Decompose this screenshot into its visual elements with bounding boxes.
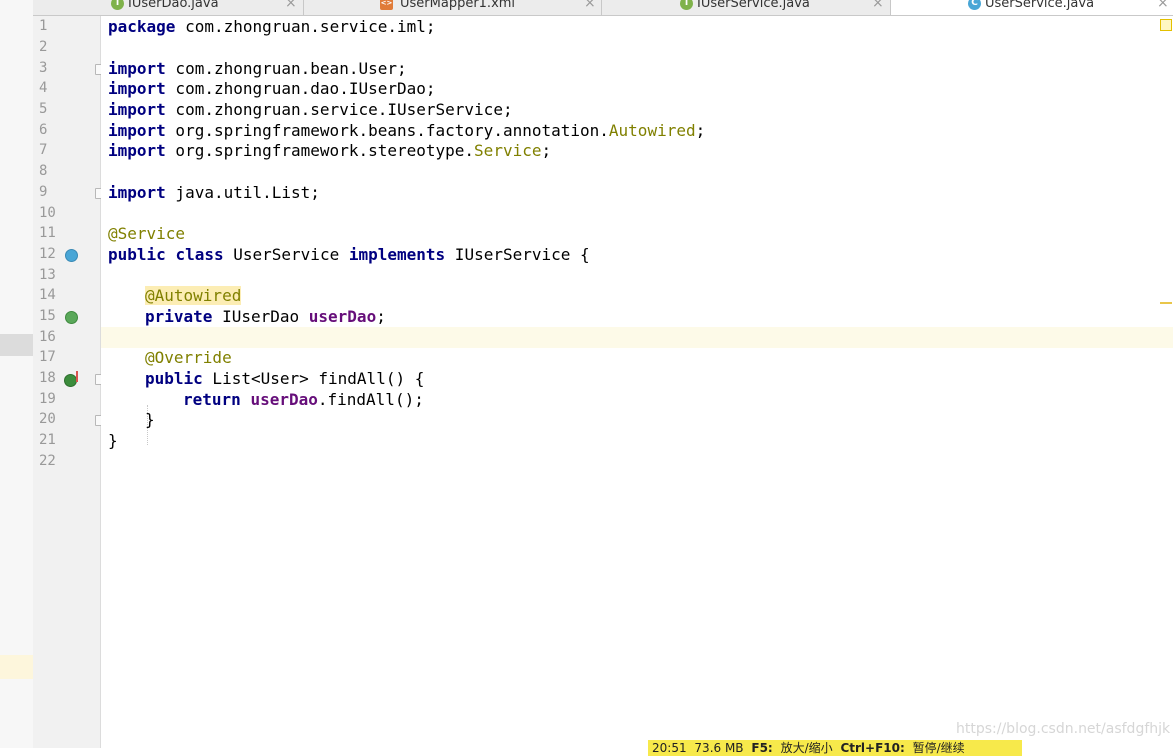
line-number: 6 (39, 122, 48, 138)
tab-userservice[interactable]: C UserService.java × (891, 0, 1173, 15)
line-number: 5 (39, 101, 48, 117)
class-icon: C (968, 0, 981, 10)
spring-bean-icon[interactable] (65, 249, 78, 262)
code-line-21: } (108, 431, 118, 450)
code-line-19: return userDao.findAll(); (183, 390, 424, 409)
code-line-6: import org.springframework.beans.factory… (108, 121, 706, 140)
close-icon[interactable]: × (584, 0, 596, 11)
line-number: 13 (39, 267, 56, 283)
line-number: 21 (39, 432, 56, 448)
status-ctrl-key: Ctrl+F10: (840, 741, 905, 755)
tab-iuserservice[interactable]: I IUserService.java × (602, 0, 891, 15)
interface-icon: I (680, 0, 693, 10)
line-number: 18 (39, 370, 56, 386)
line-number: 11 (39, 225, 56, 241)
line-number: 8 (39, 163, 48, 179)
tab-label: IUserDao.java (128, 0, 219, 11)
line-number: 20 (39, 411, 56, 427)
line-number: 10 (39, 205, 56, 221)
code-line-4: import com.zhongruan.dao.IUserDao; (108, 79, 436, 98)
line-number: 12 (39, 246, 56, 262)
close-icon[interactable]: × (1157, 0, 1169, 11)
line-number: 15 (39, 308, 56, 324)
status-time: 20:51 (652, 741, 687, 755)
line-number-gutter[interactable]: 1 2 3 4 5 6 7 8 9 10 11 12 13 14 15 16 1… (33, 16, 105, 748)
tab-label: UserMapper1.xml (400, 0, 516, 11)
line-number: 3 (39, 60, 48, 76)
line-number: 22 (39, 453, 56, 469)
line-number: 4 (39, 80, 48, 96)
code-line-1: package com.zhongruan.service.iml; (108, 17, 436, 36)
code-editor[interactable]: package com.zhongruan.service.iml; impor… (101, 16, 1173, 748)
line-number: 17 (39, 349, 56, 365)
xml-file-icon: <> (380, 0, 393, 10)
line-number: 2 (39, 39, 48, 55)
left-side-panel (0, 0, 34, 748)
watermark: https://blog.csdn.net/asfdgfhjk (956, 721, 1171, 737)
line-number: 9 (39, 184, 48, 200)
side-marker (0, 655, 33, 679)
line-number: 14 (39, 287, 56, 303)
line-number: 7 (39, 142, 48, 158)
line-number: 19 (39, 391, 56, 407)
status-ctrl-label: 暂停/继续 (912, 741, 965, 755)
code-line-14: @Autowired (145, 286, 242, 305)
interface-icon: I (111, 0, 124, 10)
code-line-11: @Service (108, 224, 186, 243)
code-line-12: public class UserService implements IUse… (108, 245, 590, 264)
status-memory: 73.6 MB (694, 741, 744, 755)
tab-iuserdao[interactable]: I IUserDao.java × (33, 0, 304, 15)
code-line-17: @Override (145, 348, 232, 367)
current-line-highlight (101, 327, 1173, 348)
status-f5-label: 放大/缩小 (780, 741, 833, 755)
line-number: 16 (39, 329, 56, 345)
code-line-3: import com.zhongruan.bean.User; (108, 59, 407, 78)
line-number: 1 (39, 18, 48, 34)
code-line-18: public List<User> findAll() { (145, 369, 425, 388)
close-icon[interactable]: × (872, 0, 884, 11)
side-marker (0, 334, 33, 356)
tab-usermapper1[interactable]: <> UserMapper1.xml × (304, 0, 602, 15)
tab-label: UserService.java (985, 0, 1095, 11)
tab-label: IUserService.java (697, 0, 810, 11)
editor-tab-bar: I IUserDao.java × <> UserMapper1.xml × I… (33, 0, 1173, 16)
autowired-bean-icon[interactable] (65, 311, 78, 324)
code-line-9: import java.util.List; (108, 183, 320, 202)
inspection-status-icon[interactable] (1160, 19, 1172, 31)
status-f5-key: F5: (751, 741, 773, 755)
scrollbar-marker[interactable] (1160, 302, 1172, 304)
code-line-15: private IUserDao userDao; (145, 307, 386, 326)
override-arrow-icon[interactable] (76, 371, 78, 382)
code-line-20: } (145, 410, 155, 429)
close-icon[interactable]: × (285, 0, 297, 11)
code-line-7: import org.springframework.stereotype.Se… (108, 141, 552, 160)
recording-status-bar: 20:51 73.6 MB F5: 放大/缩小 Ctrl+F10: 暂停/继续 (648, 740, 1022, 756)
code-line-5: import com.zhongruan.service.IUserServic… (108, 100, 513, 119)
